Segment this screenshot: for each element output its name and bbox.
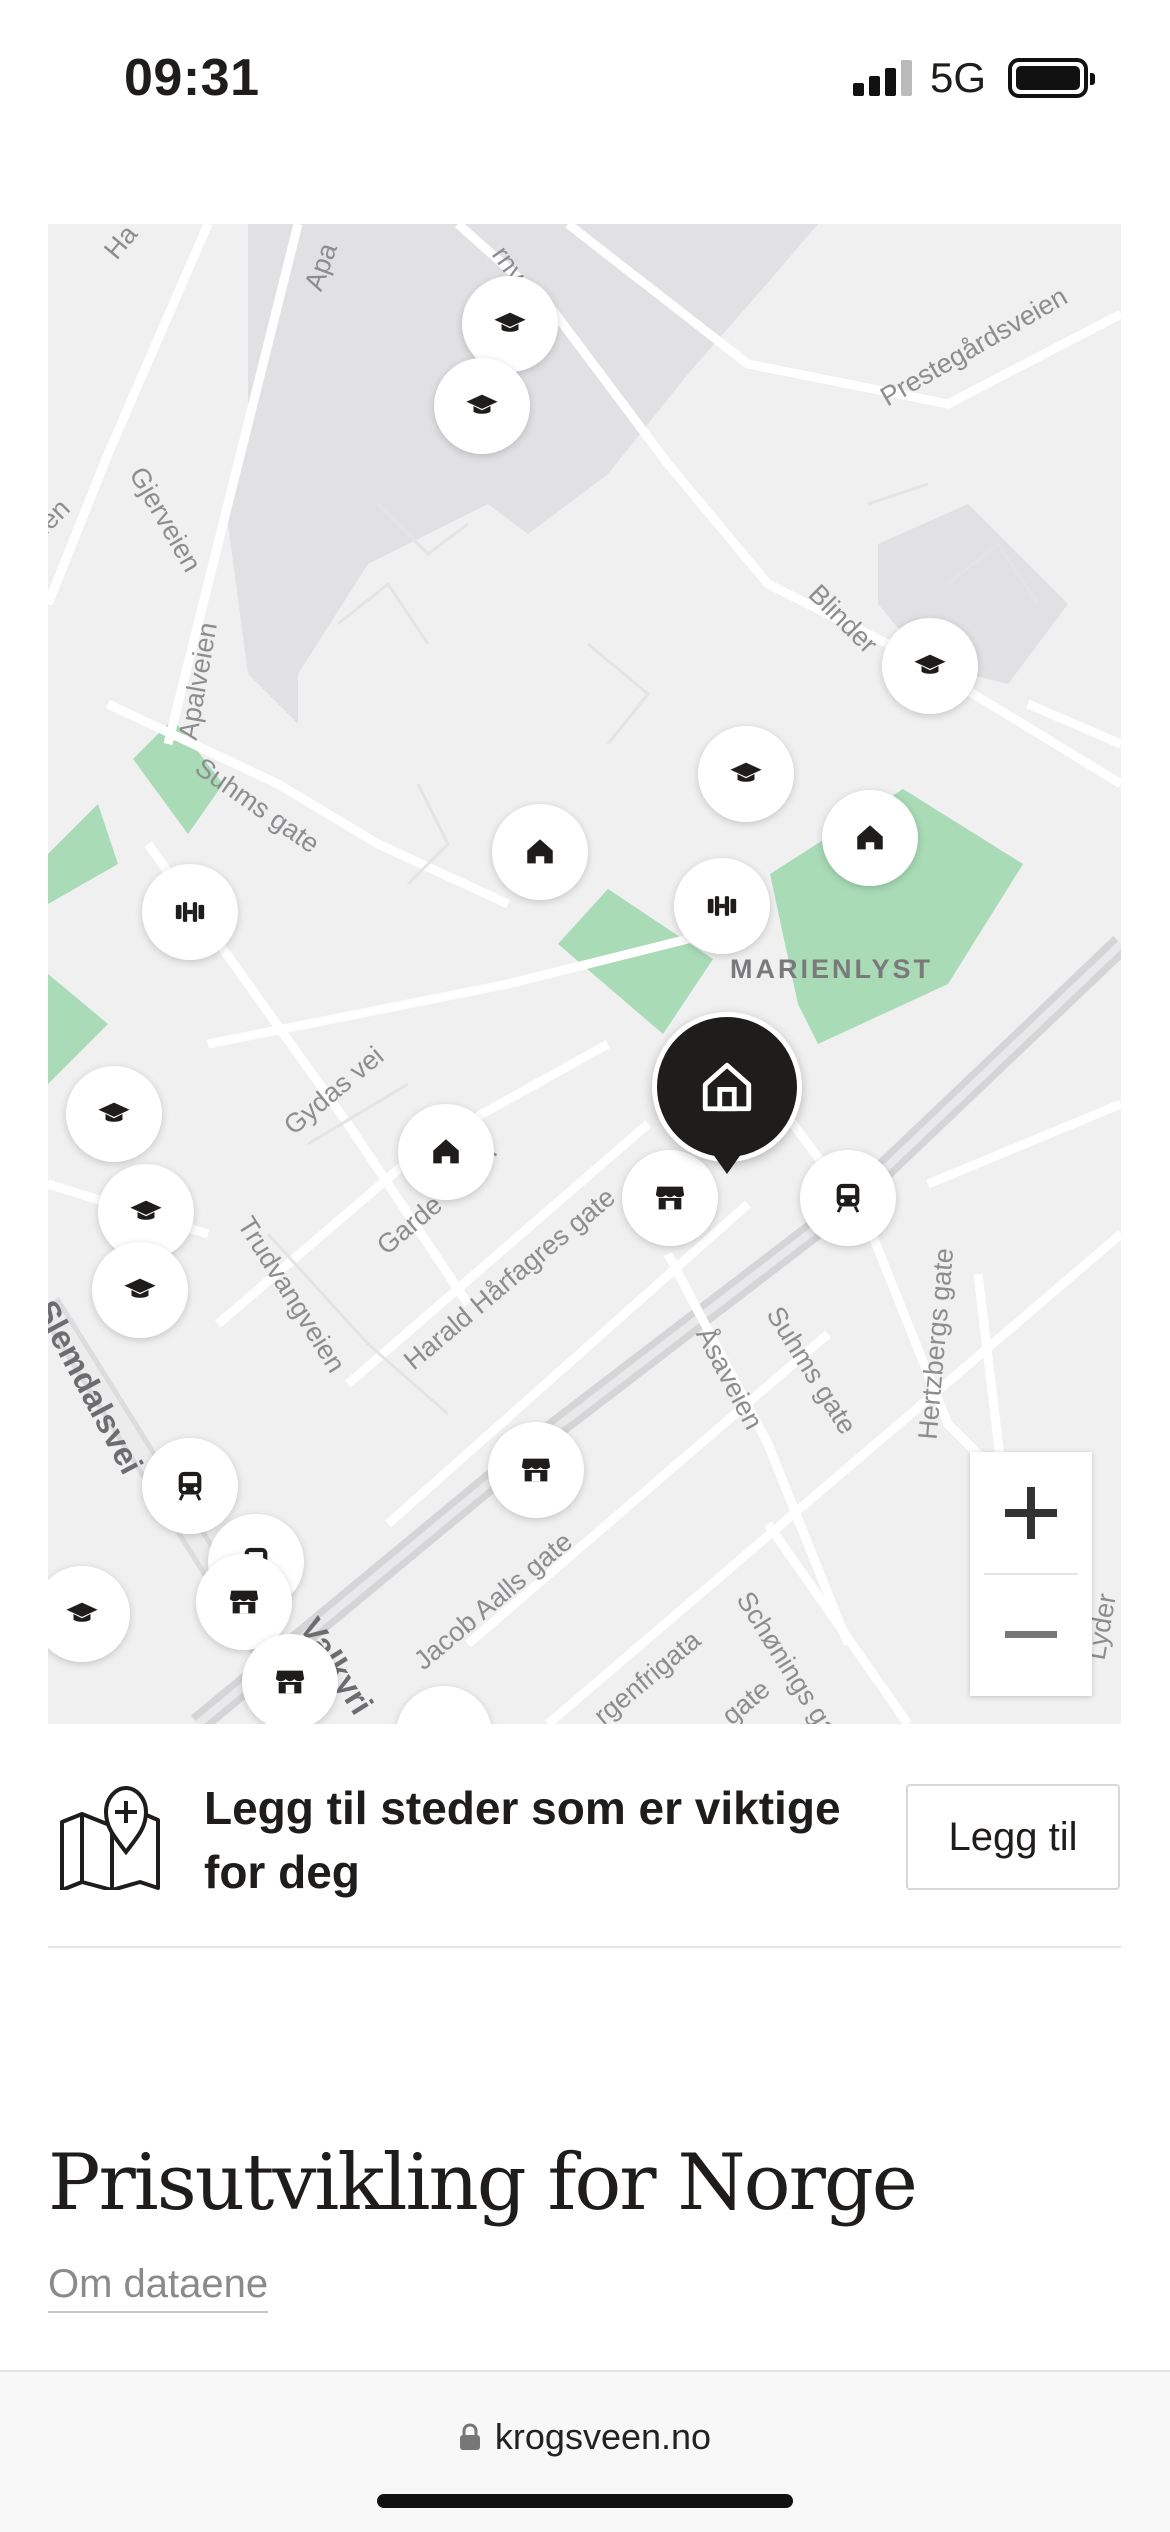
gym-poi-marker[interactable] (142, 864, 238, 960)
graduation-cap-icon (914, 654, 946, 674)
school-poi-marker[interactable] (92, 1242, 188, 1338)
home-icon (702, 1062, 752, 1112)
district-label: MARIENLYST (730, 954, 934, 984)
kindergarten-poi-marker[interactable] (822, 790, 918, 886)
url-text: krogsveen.no (494, 2416, 712, 2457)
url-display[interactable]: krogsveen.no (0, 2416, 1170, 2458)
network-type: 5G (930, 54, 987, 101)
add-places-text: Legg til steder som er viktige for deg (204, 1782, 841, 1898)
status-bar: 09:31 5G (0, 0, 1170, 150)
dumbbell-icon (707, 896, 737, 916)
shop-icon (655, 1186, 685, 1210)
graduation-cap-icon (730, 762, 762, 782)
kindergarten-icon (527, 839, 553, 864)
graduation-cap-icon (494, 312, 526, 332)
school-poi-marker[interactable] (434, 358, 530, 454)
train-poi-marker[interactable] (800, 1150, 896, 1246)
kindergarten-icon (433, 1139, 459, 1164)
graduation-cap-icon (124, 1278, 156, 1298)
shop-poi-marker[interactable] (488, 1422, 584, 1518)
shop-icon (521, 1458, 551, 1482)
school-poi-marker[interactable] (66, 1066, 162, 1162)
zoom-out-button[interactable] (970, 1574, 1092, 1696)
train-icon (178, 1471, 202, 1501)
plus-icon (1005, 1487, 1057, 1539)
gym-poi-marker[interactable] (674, 858, 770, 954)
home-pin-circle (652, 1012, 802, 1162)
add-places-row: Legg til steder som er viktige for deg L… (48, 1740, 1121, 1948)
battery-icon (1008, 58, 1095, 98)
train-poi-marker[interactable] (142, 1438, 238, 1534)
map[interactable]: Ha Apa rnveien Prestegårdsveien ien Gjer… (48, 224, 1121, 1724)
school-poi-marker[interactable] (882, 618, 978, 714)
train-icon (836, 1183, 860, 1213)
kindergarten-poi-marker[interactable] (492, 804, 588, 900)
about-data-link[interactable]: Om dataene (48, 2262, 269, 2313)
graduation-cap-icon (66, 1602, 98, 1622)
clock: 09:31 (124, 49, 260, 107)
cellular-signal-icon (853, 60, 913, 96)
browser-url-bar[interactable]: krogsveen.no (0, 2370, 1170, 2532)
shop-icon (275, 1670, 305, 1694)
page-section-title: Prisutvikling for Norge (48, 2138, 918, 2228)
home-location-pin[interactable] (652, 1012, 802, 1186)
kindergarten-icon (857, 825, 883, 850)
zoom-in-button[interactable] (970, 1452, 1092, 1574)
map-pin-add-icon (60, 1785, 160, 1890)
graduation-cap-icon (130, 1200, 162, 1220)
home-pin-tail (710, 1150, 744, 1174)
add-places-button[interactable]: Legg til (906, 1784, 1120, 1890)
zoom-controls (970, 1452, 1092, 1696)
shop-poi-marker[interactable] (242, 1634, 338, 1724)
school-poi-marker[interactable] (698, 726, 794, 822)
home-indicator[interactable] (377, 2494, 793, 2508)
minus-icon (1005, 1631, 1057, 1638)
kindergarten-poi-marker[interactable] (398, 1104, 494, 1200)
dumbbell-icon (175, 902, 205, 922)
graduation-cap-icon (98, 1102, 130, 1122)
lock-icon (459, 2423, 480, 2450)
shop-icon (229, 1590, 259, 1614)
graduation-cap-icon (466, 394, 498, 414)
